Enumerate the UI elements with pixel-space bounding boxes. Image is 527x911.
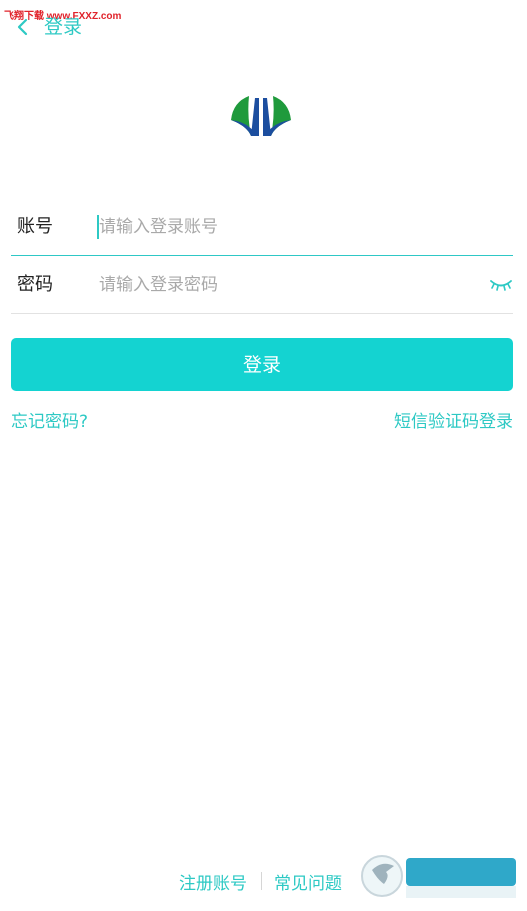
eye-closed-icon [490, 280, 512, 291]
account-row: 账号 [11, 199, 513, 256]
register-link[interactable]: 注册账号 [179, 869, 247, 894]
password-visibility-toggle[interactable] [489, 277, 513, 293]
password-input[interactable] [97, 271, 479, 299]
page-title: 登录 [44, 16, 83, 38]
password-row: 密码 [11, 257, 513, 314]
faq-link[interactable]: 常见问题 [274, 869, 342, 894]
chevron-left-icon [17, 18, 28, 36]
sms-login-link[interactable]: 短信验证码登录 [394, 407, 513, 432]
password-label: 密码 [17, 274, 53, 295]
app-logo [231, 96, 291, 136]
login-button[interactable]: 登录 [11, 338, 513, 391]
account-label: 账号 [17, 216, 53, 237]
nav-bar: 登录 [0, 12, 527, 42]
account-input[interactable] [97, 213, 479, 241]
watermark-logo [361, 855, 516, 898]
footer-divider [261, 872, 262, 890]
forgot-password-link[interactable]: 忘记密码? [11, 407, 88, 432]
back-button[interactable] [8, 12, 38, 42]
